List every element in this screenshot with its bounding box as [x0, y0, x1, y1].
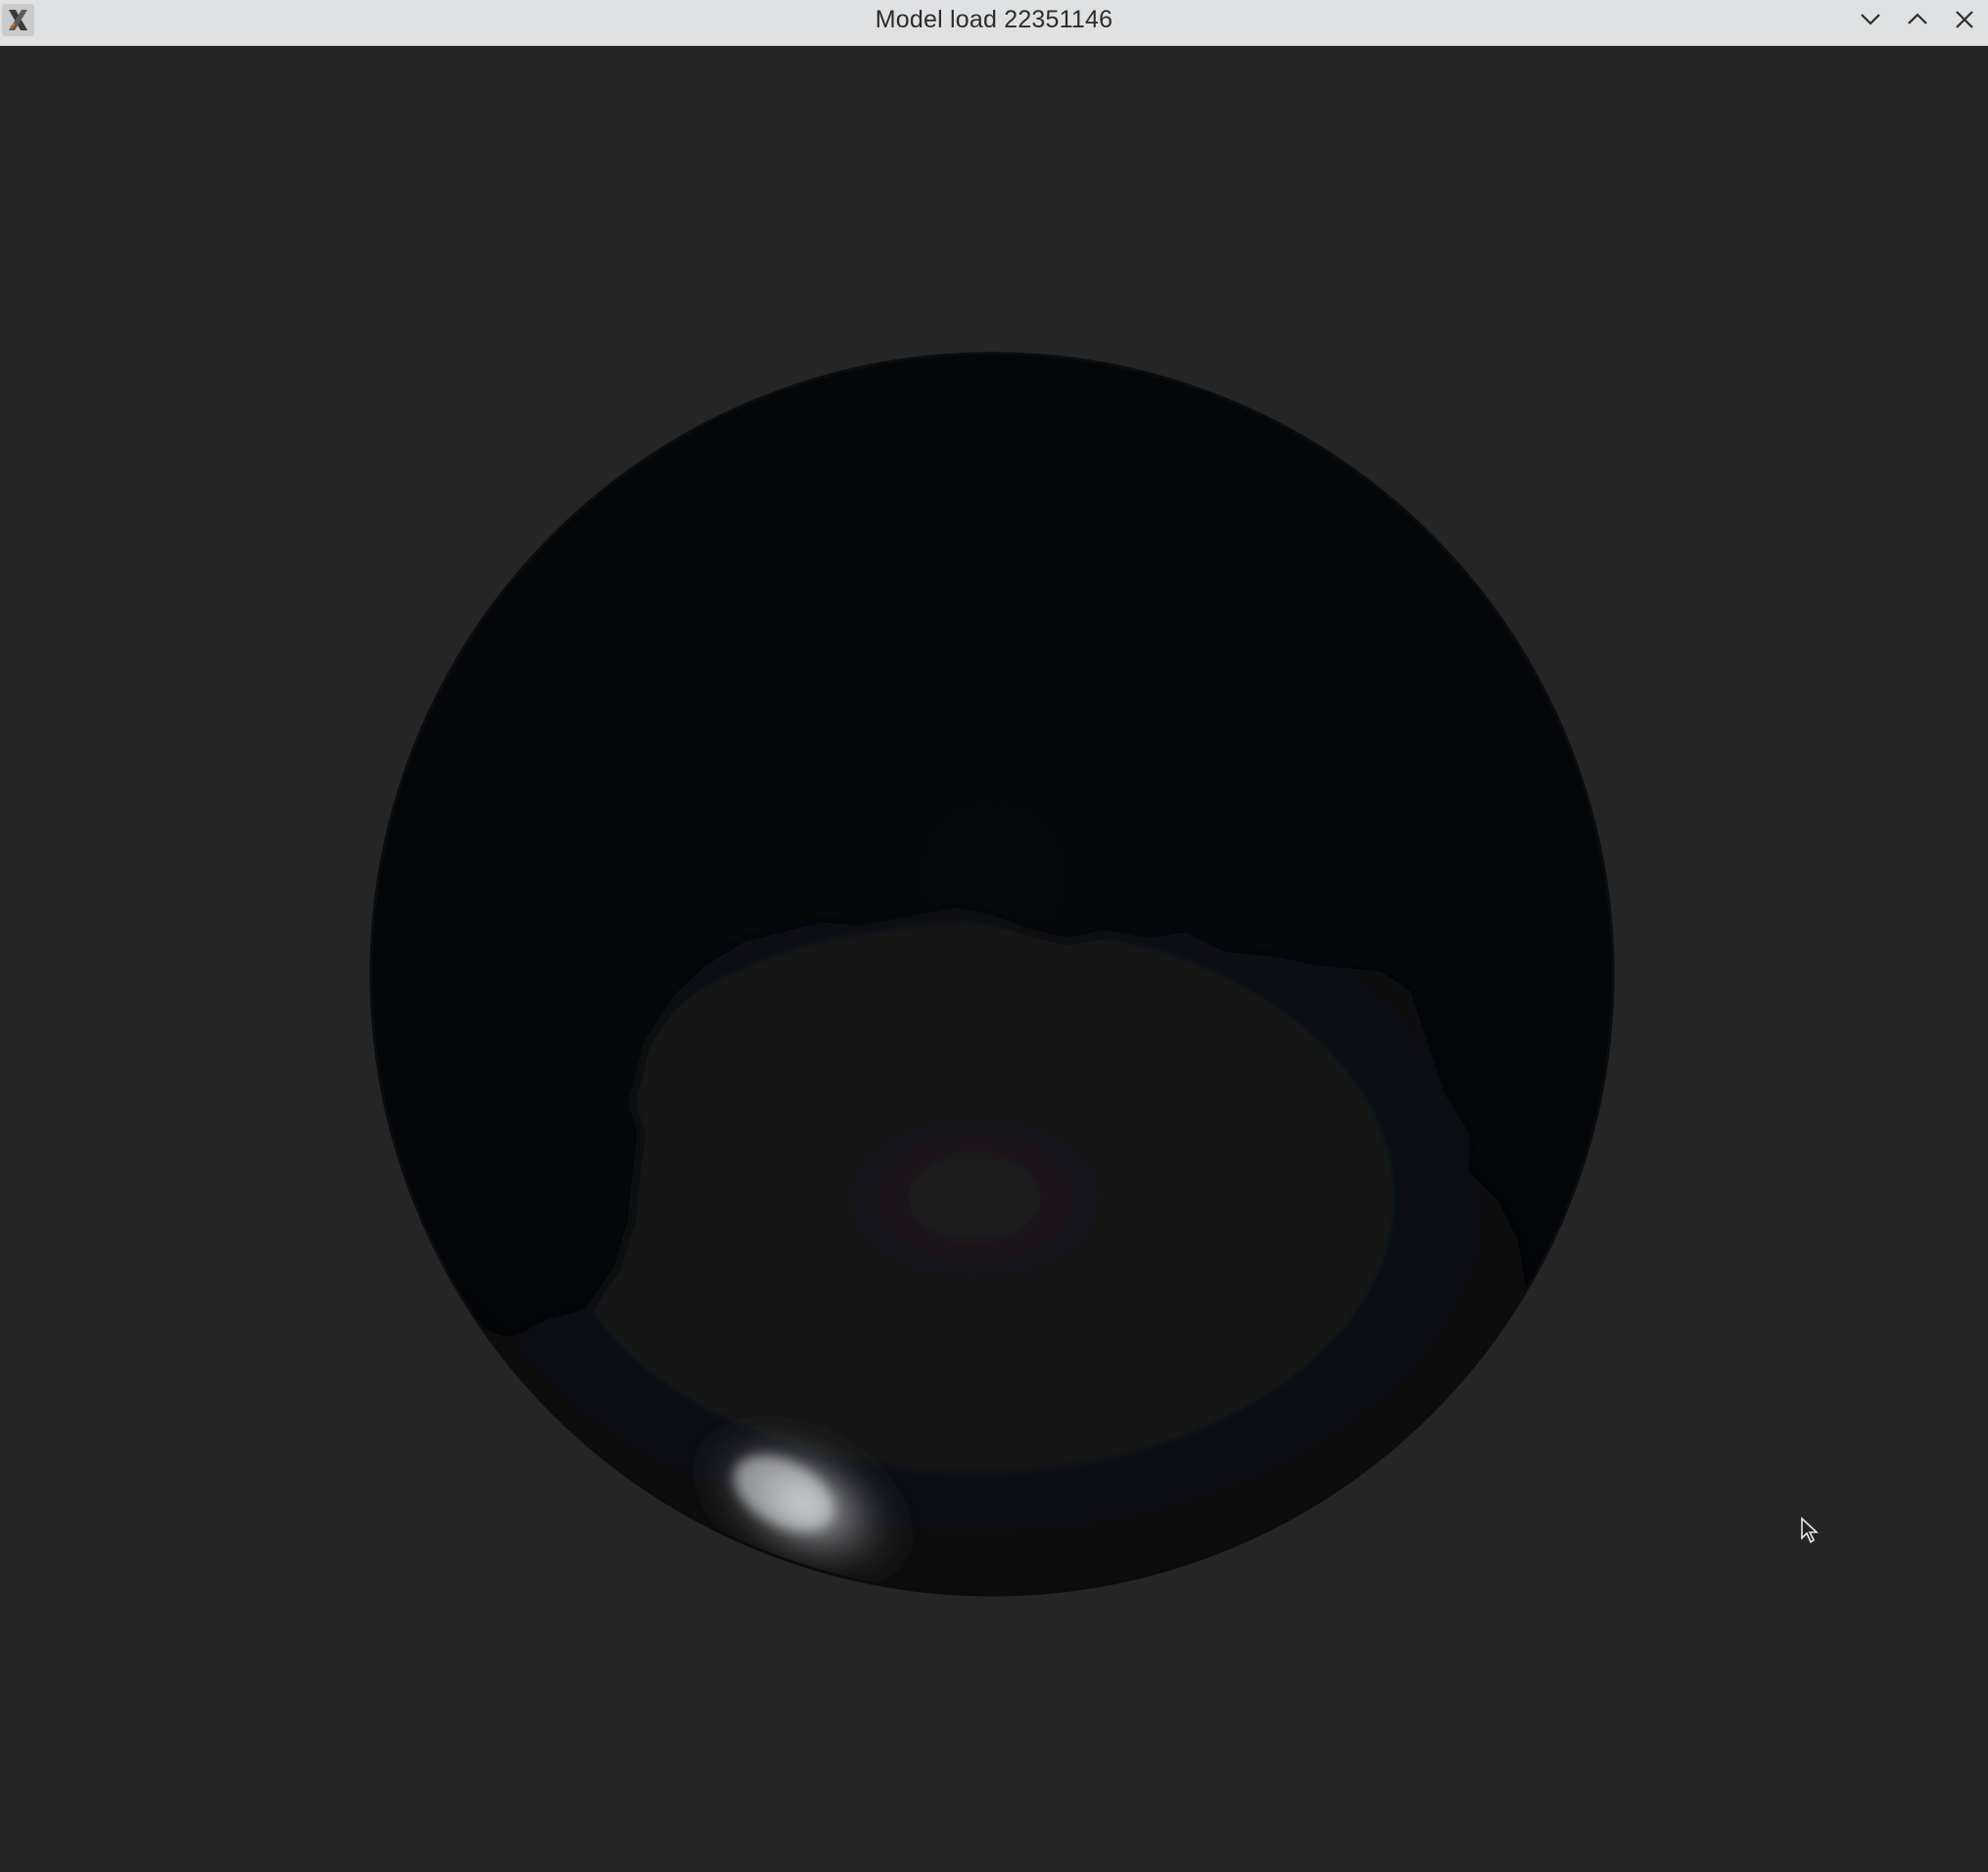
maximize-button[interactable] [1894, 0, 1941, 39]
window-controls [1847, 0, 1988, 39]
chevron-up-icon [1908, 13, 1927, 24]
close-icon [1956, 11, 1973, 28]
application-window: Model load 22351146 [0, 0, 1988, 1872]
3d-viewport[interactable] [0, 46, 1988, 1872]
mouse-pointer-icon [1801, 1517, 1820, 1544]
title-bar[interactable]: Model load 22351146 [0, 0, 1988, 46]
render-canvas [369, 351, 1615, 1597]
chevron-down-icon [1861, 14, 1880, 25]
minimize-button[interactable] [1847, 0, 1894, 39]
close-button[interactable] [1941, 0, 1988, 39]
window-title: Model load 22351146 [875, 6, 1113, 33]
